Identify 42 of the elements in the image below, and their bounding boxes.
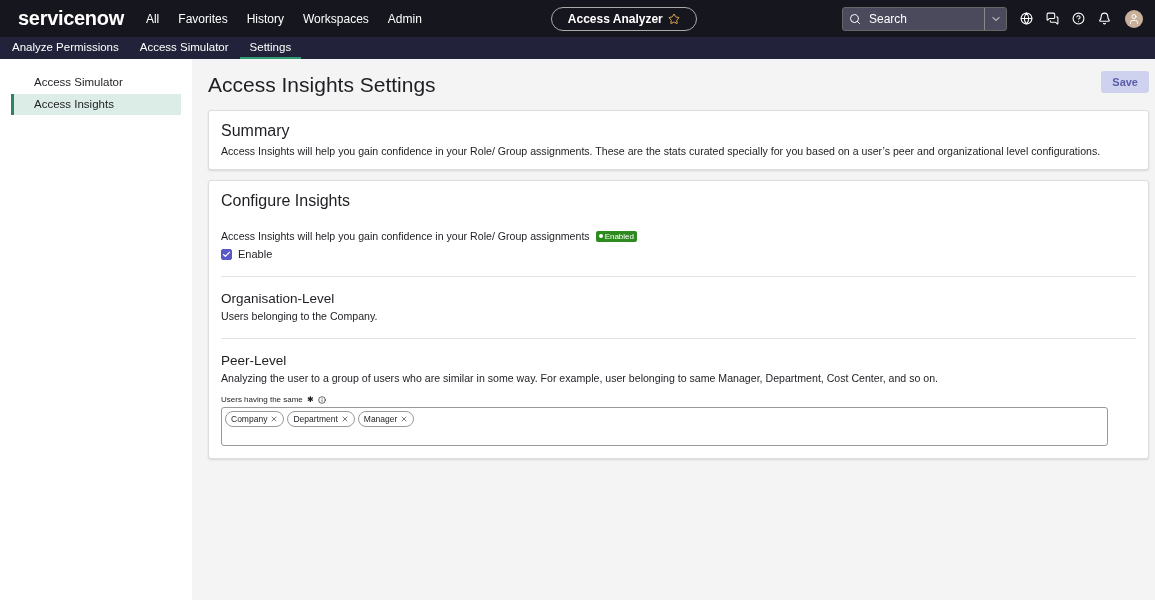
section-title: Organisation-Level (221, 291, 336, 306)
nav-link[interactable]: History (246, 11, 284, 26)
enable-checkbox[interactable] (221, 248, 232, 260)
star-icon[interactable] (667, 12, 680, 25)
status-badge: Enabled (595, 230, 637, 242)
chip-label: Company (231, 414, 268, 424)
info-icon[interactable] (317, 395, 326, 404)
nav-tab[interactable]: Access Simulator (129, 37, 239, 59)
checkbox-label: Enable (238, 248, 273, 260)
nav-tab[interactable]: Settings (239, 37, 302, 59)
sidebar-item[interactable]: Access Insights (11, 94, 181, 115)
chip-label: Manager (363, 414, 398, 424)
search-input[interactable]: Search (867, 10, 984, 27)
sidebar-item[interactable]: Access Simulator (11, 72, 181, 93)
summary-text: Access Insights will help you gain confidence in your Role/ Group assignments. These are the stats curated specially for you based on a user’s peer and organizational level configurations. (221, 145, 1102, 157)
section-text: Analyzing the user to a group of users who are similar in some way. For example, user belonging to same Manager, Department, Cost Center, and so on. (221, 372, 939, 384)
close-icon[interactable] (270, 415, 279, 423)
card-title: Configure Insights (221, 192, 351, 210)
nav-tab[interactable]: Analyze Permissions (12, 37, 129, 59)
servicenow-logo[interactable]: servicenow (18, 7, 124, 30)
tag-input-field[interactable]: Company Department Manager (221, 407, 1108, 446)
description-text: Access Insights will help you gain confidence in your Role/ Group assignments (221, 230, 590, 242)
globe-icon[interactable] (1020, 12, 1033, 25)
nav-link[interactable]: Admin (387, 11, 422, 26)
section-title: Peer-Level (221, 353, 288, 368)
avatar[interactable] (1125, 9, 1143, 28)
search-icon (849, 12, 861, 25)
chip-label: Department (293, 414, 338, 424)
bell-icon[interactable] (1098, 12, 1111, 25)
close-icon[interactable] (400, 415, 409, 423)
section-text: Users belonging to the Company. (221, 310, 379, 322)
search-field[interactable]: Search (842, 6, 1007, 31)
field-label: Users having the same (221, 395, 303, 404)
chat-icon[interactable] (1046, 12, 1059, 25)
close-icon[interactable] (340, 415, 349, 423)
page-title: Access Insights Settings (208, 73, 436, 97)
nav-link[interactable]: Workspaces (303, 11, 369, 26)
nav-link[interactable]: All (145, 11, 160, 26)
help-icon[interactable] (1072, 12, 1085, 25)
card-title: Summary (221, 122, 291, 140)
required-mark: ✱ (306, 395, 314, 404)
nav-link[interactable]: Favorites (178, 11, 228, 26)
